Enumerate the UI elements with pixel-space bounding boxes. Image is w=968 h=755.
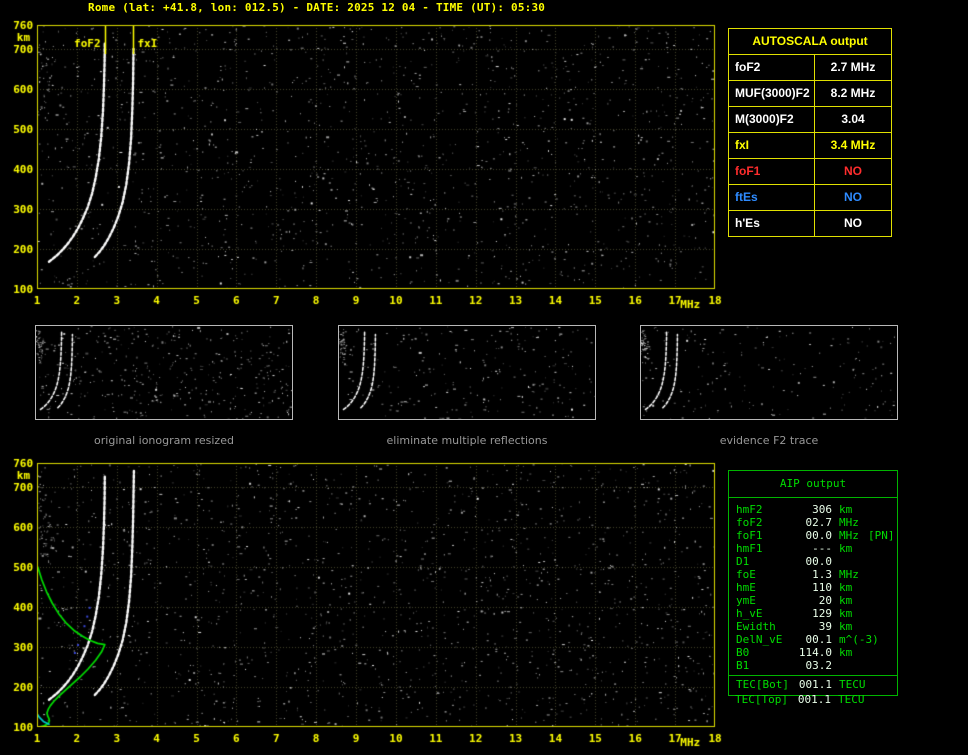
aip-row-hmf2: hmF2 306 km	[729, 503, 897, 516]
parameter-name: TEC[Bot]	[736, 678, 789, 691]
parameter-flag: [PN]	[868, 529, 895, 542]
parameter-unit: TECU	[839, 678, 866, 691]
autoscala-screen: Rome (lat: +41.8, lon: 012.5) - DATE: 20…	[0, 0, 968, 755]
parameter-unit: MHz	[839, 529, 859, 542]
thumbnail-eliminate-reflections	[338, 325, 596, 420]
parameter-name: fxI	[729, 133, 815, 158]
autoscala-table-title: AUTOSCALA output	[729, 29, 891, 55]
aip-row-fof2: foF2 02.7 MHz	[729, 516, 897, 529]
parameter-value: 00.0	[805, 555, 833, 568]
aip-row-yme: ymE 20 km	[729, 594, 897, 607]
autoscala-row-ftes: ftEs NO	[729, 185, 891, 211]
autoscala-output-table: AUTOSCALA output foF2 2.7 MHz MUF(3000)F2 8…	[728, 28, 892, 237]
aip-row-b0: B0 114.0 km	[729, 646, 897, 659]
parameter-name: foF2	[729, 55, 815, 80]
autoscala-row-muf-3000-f2: MUF(3000)F2 8.2 MHz	[729, 81, 891, 107]
parameter-value: 129	[812, 607, 832, 620]
aip-row-hmf1: hmF1 --- km	[729, 542, 897, 555]
aip-row-hme: hmE 110 km	[729, 581, 897, 594]
parameter-unit: TECU	[838, 693, 865, 706]
parameter-value: 2.7 MHz	[830, 60, 876, 74]
thumbnail-caption: original ionogram resized	[94, 434, 234, 447]
autoscala-row-fxi: fxI 3.4 MHz	[729, 133, 891, 159]
aip-table-title: AIP output	[729, 471, 897, 498]
parameter-value: 02.7	[805, 516, 833, 529]
parameter-name: foE	[736, 568, 756, 581]
parameter-name: h_vE	[736, 607, 763, 620]
parameter-value: 8.2 MHz	[830, 86, 876, 100]
parameter-name: foF1	[736, 529, 763, 542]
autoscala-row-m-3000-f2: M(3000)F2 3.04	[729, 107, 891, 133]
aip-row-foe: foE 1.3 MHz	[729, 568, 897, 581]
parameter-value: 3.04	[841, 112, 865, 126]
autoscala-table-rows: foF2 2.7 MHz MUF(3000)F2 8.2 MHz M(3000)F2 3.…	[729, 55, 891, 236]
parameter-unit: km	[839, 620, 853, 633]
parameter-value: NO	[844, 216, 862, 230]
parameter-value: 1.3	[812, 568, 832, 581]
parameter-unit: km	[839, 646, 853, 659]
parameter-value: 39	[818, 620, 832, 633]
aip-row-fof1: foF1 00.0 MHz [PN]	[729, 529, 897, 542]
thumbnail-original-ionogram	[35, 325, 293, 420]
aip-row-h-ve: h_vE 129 km	[729, 607, 897, 620]
parameter-value: 03.2	[805, 659, 833, 672]
parameter-name: foF1	[729, 159, 815, 184]
thumbnail-caption: evidence F2 trace	[719, 434, 819, 447]
aip-row-deln-ve: DelN_vE 00.1 m^(-3)	[729, 633, 897, 646]
page-title: Rome (lat: +41.8, lon: 012.5) - DATE: 20…	[88, 1, 546, 14]
parameter-value: 00.0	[805, 529, 833, 542]
parameter-unit: km	[839, 581, 853, 594]
aip-row-tec-top: TEC[Top] 001.1 TECU	[728, 693, 898, 706]
parameter-name: D1	[736, 555, 750, 568]
parameter-name: hmF2	[736, 503, 763, 516]
autoscala-row-fof2: foF2 2.7 MHz	[729, 55, 891, 81]
parameter-name: ftEs	[729, 185, 815, 210]
aip-table-rows: hmF2 306 km foF2 02.7 MHz foF1 00.0 MHz [PN] hmF1 -…	[729, 498, 897, 695]
parameter-name: ymE	[736, 594, 756, 607]
aip-row-d1: D1 00.0	[729, 555, 897, 568]
parameter-unit: MHz	[839, 516, 859, 529]
parameter-value: 001.1	[798, 678, 832, 691]
parameter-name: MUF(3000)F2	[729, 81, 815, 106]
parameter-unit: km	[839, 607, 853, 620]
parameter-value: ---	[812, 542, 832, 555]
autoscala-row-h-es: h'Es NO	[729, 211, 891, 236]
parameter-name: hmF1	[736, 542, 763, 555]
aip-row-b1: B1 03.2	[729, 659, 897, 672]
aip-output-table: AIP output hmF2 306 km foF2 02.7 MHz foF1 00.0 M…	[728, 470, 898, 696]
parameter-name: B1	[736, 659, 750, 672]
parameter-unit: m^(-3)	[839, 633, 879, 646]
parameter-value: 114.0	[798, 646, 832, 659]
parameter-name: TEC[Top]	[735, 693, 788, 706]
parameter-value: 20	[818, 594, 832, 607]
autoscala-row-fof1: foF1 NO	[729, 159, 891, 185]
parameter-value: 110	[812, 581, 832, 594]
parameter-name: M(3000)F2	[729, 107, 815, 132]
parameter-name: foF2	[736, 516, 763, 529]
aip-row-tec-bot: TEC[Bot] 001.1 TECU	[729, 675, 897, 693]
thumbnail-evidence-f2-trace	[640, 325, 898, 420]
parameter-unit: km	[839, 594, 853, 607]
parameter-name: Ewidth	[736, 620, 776, 633]
parameter-value: NO	[844, 164, 862, 178]
parameter-name: h'Es	[729, 211, 815, 236]
parameter-value: 001.1	[797, 693, 831, 706]
parameter-name: DelN_vE	[736, 633, 783, 646]
parameter-unit: km	[839, 542, 853, 555]
parameter-value: 00.1	[805, 633, 833, 646]
profile-ionogram-plot	[0, 455, 730, 755]
parameter-value: NO	[844, 190, 862, 204]
thumbnail-caption: eliminate multiple reflections	[386, 434, 548, 447]
aip-row-ewidth: Ewidth 39 km	[729, 620, 897, 633]
parameter-value: 3.4 MHz	[830, 138, 876, 152]
main-ionogram-plot	[0, 16, 730, 321]
parameter-name: hmE	[736, 581, 756, 594]
aip-table-outside-rows: TEC[Top] 001.1 TECU	[728, 693, 898, 706]
parameter-name: B0	[736, 646, 750, 659]
parameter-unit: MHz	[839, 568, 859, 581]
parameter-unit: km	[839, 503, 853, 516]
parameter-value: 306	[812, 503, 832, 516]
